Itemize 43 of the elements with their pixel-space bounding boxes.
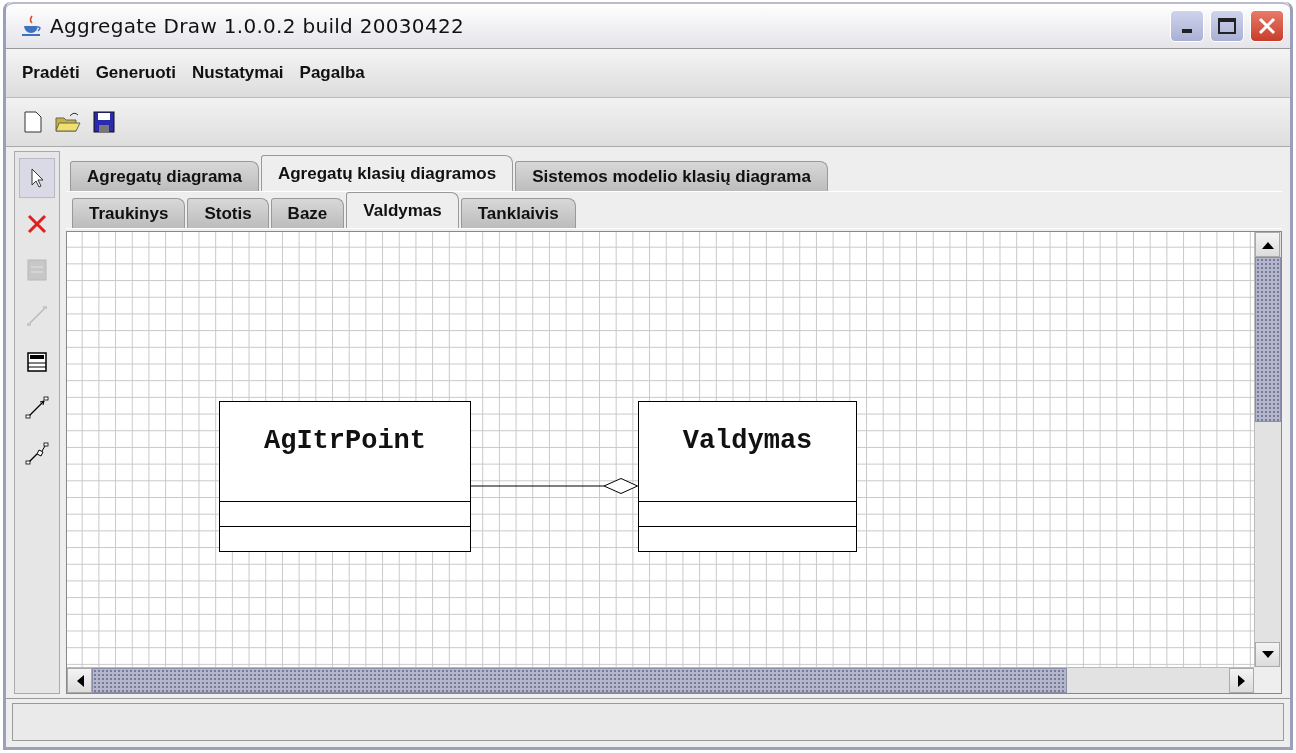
right-triangle-icon: [1237, 674, 1246, 687]
aggregation-line-icon: [25, 442, 49, 466]
tab[interactable]: Valdymas: [346, 192, 459, 228]
scrollbar-thumb[interactable]: [92, 668, 1067, 693]
minimize-button[interactable]: [1170, 10, 1204, 42]
horizontal-scrollbar[interactable]: [67, 667, 1254, 693]
down-triangle-icon: [1261, 650, 1274, 659]
scrollbar-thumb[interactable]: [1255, 257, 1281, 422]
scroll-up-button[interactable]: [1255, 232, 1280, 257]
tab[interactable]: Traukinys: [72, 198, 186, 228]
scroll-down-button[interactable]: [1255, 642, 1280, 667]
tab[interactable]: Stotis: [187, 198, 269, 228]
line-icon: [25, 304, 49, 328]
maximize-button[interactable]: [1210, 10, 1244, 42]
tab[interactable]: Agregatų klasių diagramos: [260, 155, 514, 191]
maximize-icon: [1217, 17, 1237, 35]
open-folder-icon[interactable]: [54, 110, 82, 134]
left-triangle-icon: [75, 674, 84, 687]
tab[interactable]: Sistemos modelio klasių diagrama: [515, 161, 828, 191]
close-icon: [1257, 16, 1277, 36]
class-name: Valdymas: [639, 402, 856, 502]
up-triangle-icon: [1261, 240, 1274, 249]
tab[interactable]: Tanklaivis: [460, 198, 576, 228]
minimize-icon: [1182, 29, 1192, 33]
class-name: AgItrPoint: [220, 402, 470, 502]
close-button[interactable]: [1250, 10, 1284, 42]
rectangle-icon: [25, 258, 49, 282]
scroll-left-button[interactable]: [67, 668, 92, 693]
close-icon: [25, 212, 49, 236]
class-box-icon: [25, 350, 49, 374]
tab[interactable]: Baze: [270, 198, 345, 228]
save-icon[interactable]: [92, 110, 116, 134]
menu-item[interactable]: Pradėti: [16, 61, 86, 85]
tab[interactable]: Agregatų diagrama: [70, 161, 259, 191]
vertical-scrollbar[interactable]: [1254, 232, 1281, 667]
menu-item[interactable]: Pagalba: [293, 61, 371, 85]
scroll-right-button[interactable]: [1229, 668, 1254, 693]
window-title: Aggregate Draw 1.0.0.2 build 20030422: [50, 14, 465, 38]
coffee-cup-icon: [20, 14, 44, 38]
arrow-line-icon: [25, 396, 49, 420]
new-file-icon[interactable]: [22, 110, 44, 134]
menu-item[interactable]: Generuoti: [89, 61, 182, 85]
menu-item[interactable]: Nustatymai: [185, 61, 290, 85]
